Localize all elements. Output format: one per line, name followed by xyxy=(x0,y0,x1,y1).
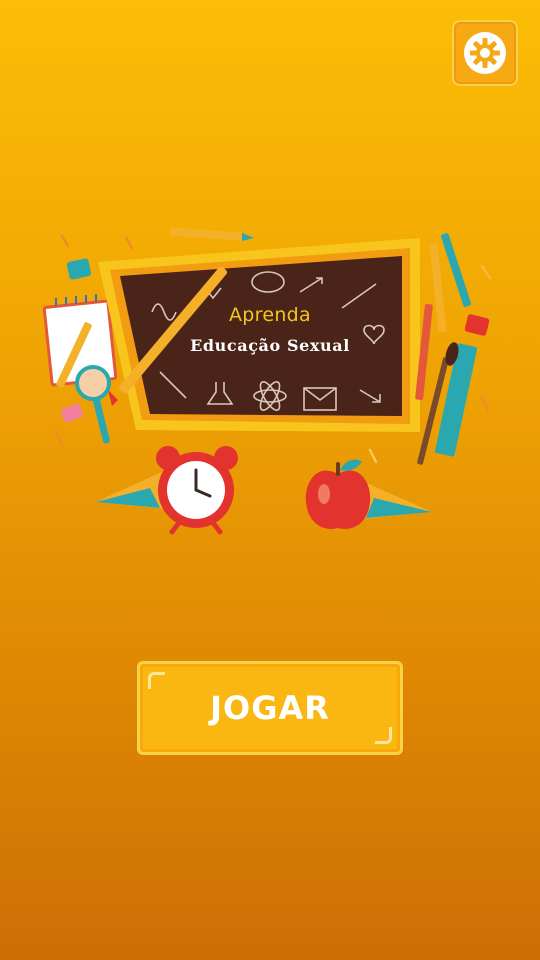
play-button-label: JOGAR xyxy=(210,689,330,727)
magnifier-icon xyxy=(75,365,111,444)
title-line-1: Aprenda xyxy=(229,304,311,326)
sharpener-icon xyxy=(66,258,92,280)
sharpener-icon xyxy=(464,314,490,336)
title-line-2: Educação Sexual xyxy=(190,336,350,355)
play-button[interactable]: JOGAR xyxy=(137,661,403,755)
apple-icon xyxy=(305,459,371,529)
pencil-icon xyxy=(169,227,254,241)
chalkboard xyxy=(98,238,420,432)
button-corner-decoration xyxy=(375,727,392,744)
alarm-clock-icon xyxy=(156,446,238,535)
button-corner-decoration xyxy=(148,672,165,689)
hero-illustration xyxy=(42,227,492,535)
